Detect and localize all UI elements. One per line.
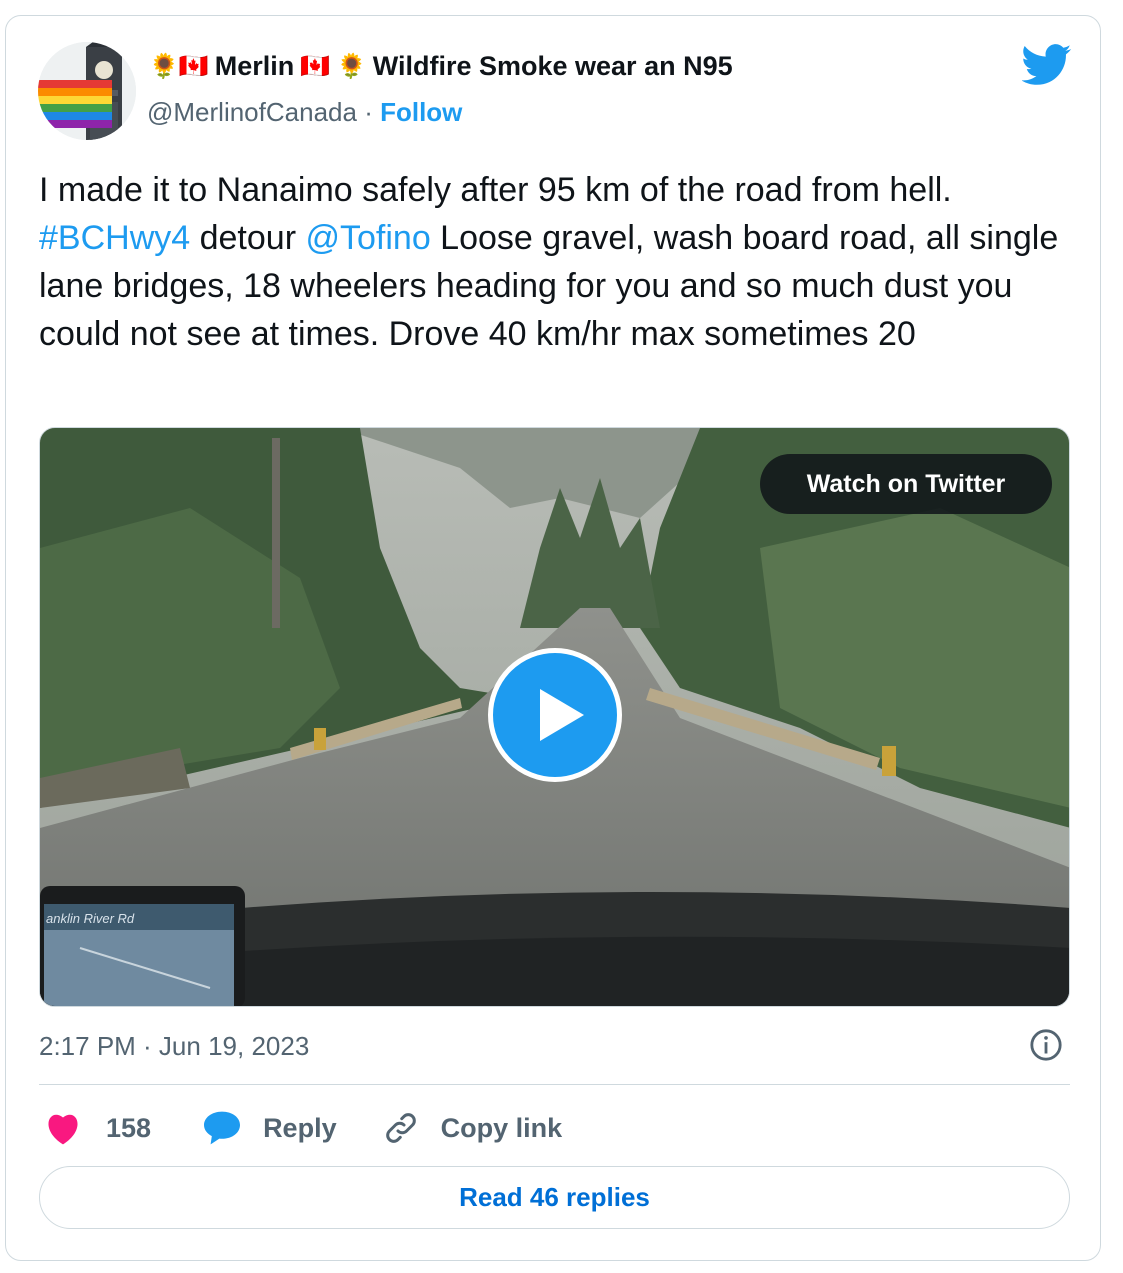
divider: [39, 1084, 1070, 1085]
author-handle[interactable]: @MerlinofCanada: [147, 97, 357, 127]
play-icon[interactable]: [488, 648, 622, 782]
tweet-text-part1: I made it to Nanaimo safely after 95 km …: [39, 171, 952, 209]
tweet-timestamp[interactable]: 2:17 PM · Jun 19, 2023: [39, 1031, 309, 1062]
tweet-text-part2: detour: [190, 219, 306, 257]
handle-separator: ·: [364, 97, 373, 127]
link-icon: [385, 1113, 416, 1143]
gps-street-label: anklin River Rd: [46, 911, 135, 926]
author-display-name[interactable]: 🌻🇨🇦 Merlin 🇨🇦 🌻 Wildfire Smoke wear an N…: [149, 51, 733, 82]
canada-flag-sunflower-emoji: 🇨🇦 🌻: [300, 53, 367, 80]
mention-link[interactable]: @Tofino: [305, 219, 430, 257]
like-count: 158: [106, 1112, 152, 1143]
follow-button[interactable]: Follow: [380, 97, 462, 127]
like-button[interactable]: 158: [44, 1111, 151, 1145]
watch-on-twitter-button[interactable]: Watch on Twitter: [760, 454, 1052, 514]
video-player[interactable]: anklin River Rd Watch on Twitter: [39, 427, 1070, 1007]
reply-label: Reply: [263, 1112, 337, 1143]
author-handle-row: @MerlinofCanada · Follow: [147, 97, 462, 128]
reply-bubble-icon: [204, 1111, 241, 1145]
hashtag-link[interactable]: #BCHwy4: [39, 219, 190, 257]
tweet-text: I made it to Nanaimo safely after 95 km …: [39, 166, 1069, 358]
author-avatar[interactable]: [38, 42, 136, 140]
read-replies-button[interactable]: Read 46 replies: [39, 1166, 1070, 1229]
tweet-card: 🌻🇨🇦 Merlin 🇨🇦 🌻 Wildfire Smoke wear an N…: [5, 15, 1101, 1261]
author-name-suffix: Wildfire Smoke wear an N95: [372, 51, 733, 81]
heart-icon: [48, 1114, 78, 1145]
copy-link-label: Copy link: [440, 1112, 563, 1143]
author-name: Merlin: [214, 51, 295, 81]
reply-button[interactable]: Reply: [203, 1110, 337, 1146]
info-icon[interactable]: [1029, 1028, 1063, 1062]
action-bar: 158 Reply Copy link: [39, 1108, 562, 1148]
twitter-bird-icon[interactable]: [1022, 44, 1072, 86]
avatar-image: [38, 42, 136, 140]
copy-link-button[interactable]: Copy link: [383, 1110, 563, 1146]
sunflower-canada-flag-emoji: 🌻🇨🇦: [149, 53, 209, 80]
